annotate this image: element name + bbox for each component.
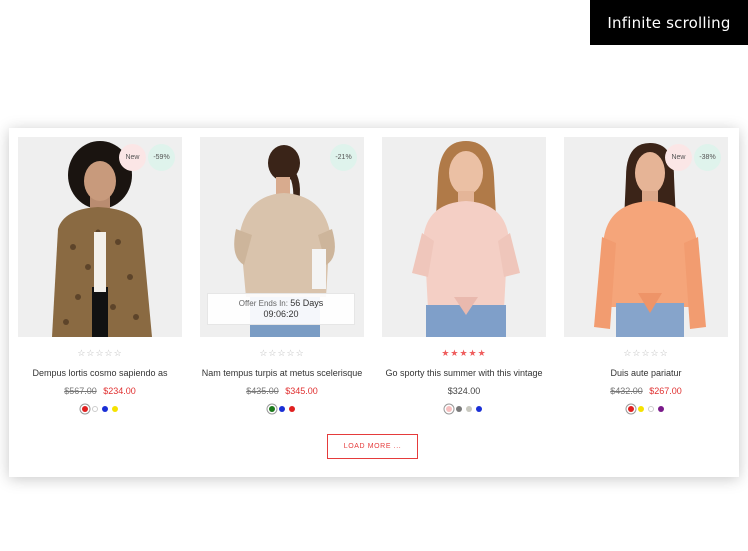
- product-title[interactable]: Nam tempus turpis at metus scelerisque: [200, 367, 364, 379]
- discount-badge: -38%: [694, 144, 721, 171]
- rating-stars: ☆☆☆☆☆: [77, 348, 123, 358]
- color-swatch[interactable]: [628, 406, 634, 412]
- color-swatches: [200, 404, 364, 414]
- color-swatch[interactable]: [446, 406, 452, 412]
- color-swatch[interactable]: [476, 406, 482, 412]
- product-title[interactable]: Duis aute pariatur: [564, 367, 728, 379]
- rating-stars: ☆☆☆☆☆: [623, 348, 669, 358]
- offer-countdown: Offer Ends In: 56 Days 09:06:20: [207, 293, 355, 325]
- color-swatch[interactable]: [92, 406, 98, 412]
- color-swatches: [564, 404, 728, 414]
- color-swatch[interactable]: [269, 406, 275, 412]
- countdown-time: 09:06:20: [263, 309, 299, 319]
- color-swatch[interactable]: [658, 406, 664, 412]
- color-swatch[interactable]: [102, 406, 108, 412]
- old-price: $435.00: [246, 386, 279, 396]
- product-image[interactable]: -21% Offer Ends In: 56 Days 09:06:20: [200, 137, 364, 337]
- color-swatch[interactable]: [279, 406, 285, 412]
- product-title[interactable]: Go sporty this summer with this vintage: [382, 367, 546, 379]
- price-row: $435.00 $345.00: [200, 385, 364, 397]
- feature-banner-label: Infinite scrolling: [607, 13, 731, 32]
- color-swatch[interactable]: [638, 406, 644, 412]
- new-badge: New: [119, 144, 146, 171]
- old-price: $432.00: [610, 386, 643, 396]
- color-swatch[interactable]: [466, 406, 472, 412]
- color-swatch[interactable]: [112, 406, 118, 412]
- sale-price: $267.00: [649, 386, 682, 396]
- product-card[interactable]: New -59% ☆☆☆☆☆ Dempus lortis cosmo sapie…: [18, 137, 182, 414]
- price-row: $567.00 $234.00: [18, 385, 182, 397]
- discount-badge: -59%: [148, 144, 175, 171]
- discount-badge: -21%: [330, 144, 357, 171]
- rating-stars: ★★★★★: [441, 348, 487, 358]
- countdown-days: 56 Days: [290, 298, 324, 308]
- product-grid-panel: New -59% ☆☆☆☆☆ Dempus lortis cosmo sapie…: [9, 128, 739, 477]
- product-card[interactable]: ★★★★★ Go sporty this summer with this vi…: [382, 137, 546, 414]
- feature-banner: Infinite scrolling: [590, 0, 748, 45]
- price-row: $432.00 $267.00: [564, 385, 728, 397]
- product-image[interactable]: [382, 137, 546, 337]
- color-swatch[interactable]: [82, 406, 88, 412]
- price-row: $324.00: [382, 385, 546, 397]
- product-image[interactable]: New -59%: [18, 137, 182, 337]
- rating-stars: ☆☆☆☆☆: [259, 348, 305, 358]
- sale-price: $234.00: [103, 386, 136, 396]
- product-card[interactable]: -21% Offer Ends In: 56 Days 09:06:20 ☆☆☆…: [200, 137, 364, 414]
- color-swatches: [18, 404, 182, 414]
- product-title[interactable]: Dempus lortis cosmo sapiendo as: [18, 367, 182, 379]
- product-image[interactable]: New -38%: [564, 137, 728, 337]
- color-swatches: [382, 404, 546, 414]
- load-more-button[interactable]: LOAD MORE ...: [327, 434, 418, 459]
- sale-price: $345.00: [285, 386, 318, 396]
- regular-price: $324.00: [447, 386, 481, 396]
- new-badge: New: [665, 144, 692, 171]
- load-more-label: LOAD MORE ...: [343, 443, 402, 450]
- color-swatch[interactable]: [648, 406, 654, 412]
- color-swatch[interactable]: [289, 406, 295, 412]
- countdown-label: Offer Ends In:: [238, 299, 288, 308]
- color-swatch[interactable]: [456, 406, 462, 412]
- product-card[interactable]: New -38% ☆☆☆☆☆ Duis aute pariatur $432.0…: [564, 137, 728, 414]
- old-price: $567.00: [64, 386, 97, 396]
